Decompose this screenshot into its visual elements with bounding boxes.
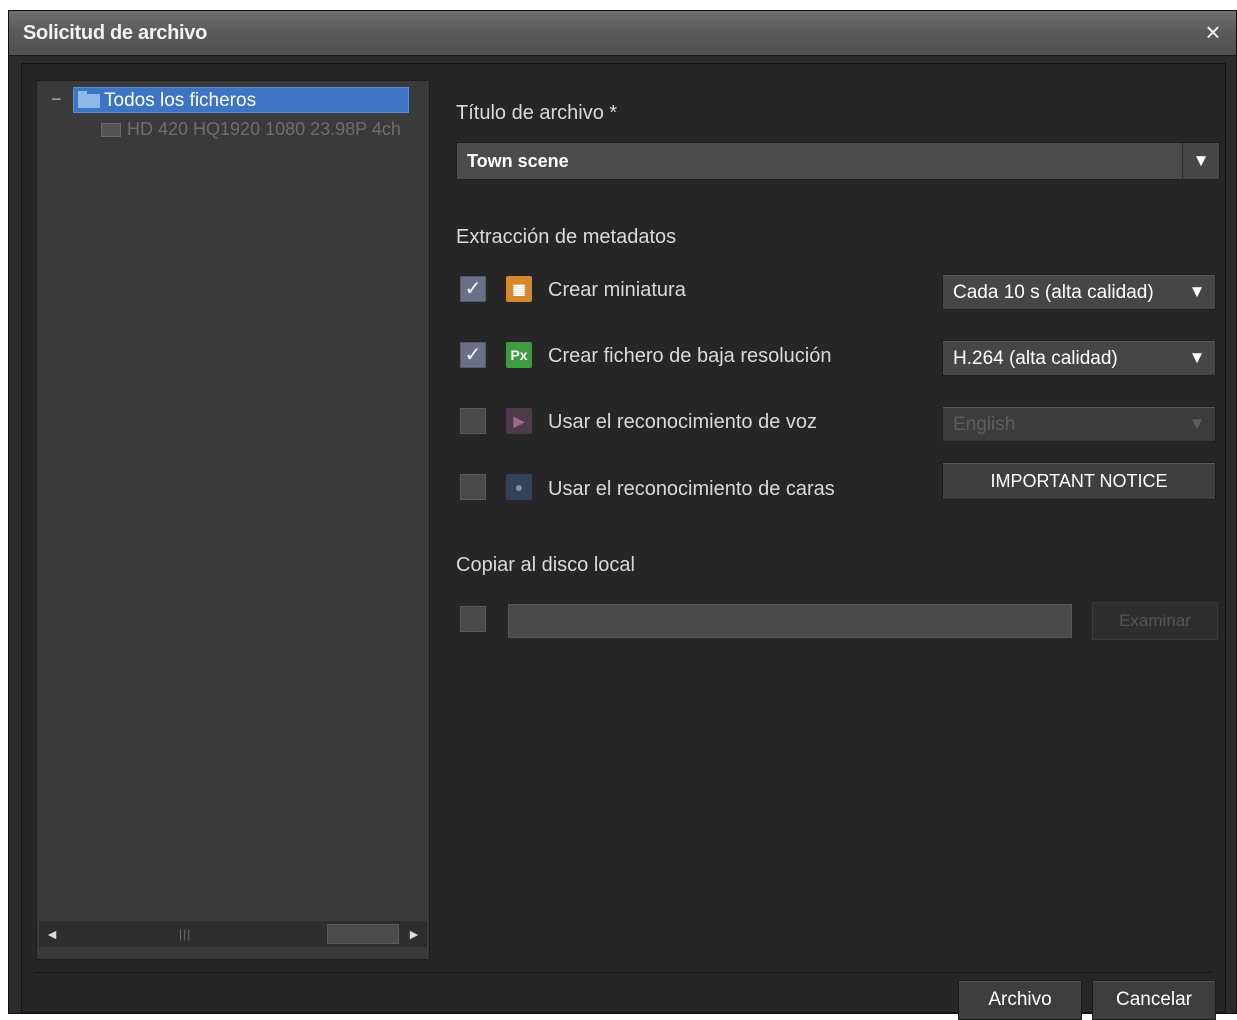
chevron-down-icon: ▼ bbox=[1188, 414, 1206, 433]
face-recognition-label: Usar el reconocimiento de caras bbox=[548, 478, 835, 500]
metadata-section-label: Extracción de metadatos bbox=[456, 226, 677, 248]
local-path-input[interactable] bbox=[508, 604, 1072, 638]
thumbnail-interval-value: Cada 10 s (alta calidad) bbox=[953, 282, 1154, 303]
create-thumbnail-label: Crear miniatura bbox=[548, 279, 686, 301]
important-notice-button[interactable]: IMPORTANT NOTICE bbox=[942, 462, 1216, 500]
scroll-grip-icon: ||| bbox=[179, 927, 192, 941]
cancel-button[interactable]: Cancelar bbox=[1092, 980, 1216, 1020]
face-recognition-checkbox[interactable] bbox=[460, 474, 486, 500]
chevron-down-icon[interactable]: ▼ bbox=[1179, 341, 1215, 375]
tree-node-all-files[interactable]: − Todos los ficheros bbox=[47, 87, 429, 113]
voice-recognition-label: Usar el reconocimiento de voz bbox=[548, 411, 818, 433]
scroll-right-icon[interactable]: ► bbox=[405, 925, 423, 943]
chevron-down-icon[interactable]: ▼ bbox=[1182, 143, 1219, 179]
face-recognition-icon: ● bbox=[506, 474, 532, 500]
proxy-format-value: H.264 (alta calidad) bbox=[953, 348, 1118, 369]
chevron-down-icon[interactable]: ▼ bbox=[1179, 275, 1215, 309]
file-title-label: Título de archivo * bbox=[456, 102, 618, 124]
voice-recognition-icon: ▶ bbox=[506, 408, 532, 434]
dialog-content: − Todos los ficheros HD 420 HQ1920 1080 … bbox=[21, 63, 1226, 1020]
file-title-value[interactable]: Town scene bbox=[467, 151, 569, 172]
footer-divider bbox=[34, 972, 1213, 973]
close-icon[interactable]: × bbox=[1198, 17, 1228, 47]
copy-local-checkbox[interactable] bbox=[460, 606, 486, 632]
collapse-icon[interactable]: − bbox=[51, 89, 62, 109]
tree-node-clip[interactable]: HD 420 HQ1920 1080 23.98P 4ch bbox=[101, 119, 425, 141]
browse-button: Examinar bbox=[1092, 602, 1218, 640]
thumbnail-icon: ▦ bbox=[506, 276, 532, 302]
thumbnail-interval-select[interactable]: Cada 10 s (alta calidad) ▼ bbox=[942, 274, 1216, 310]
dialog-title: Solicitud de archivo bbox=[23, 22, 208, 44]
copy-local-label: Copiar al disco local bbox=[456, 554, 635, 576]
voice-recognition-checkbox[interactable] bbox=[460, 408, 486, 434]
create-proxy-label: Crear fichero de baja resolución bbox=[548, 345, 832, 367]
archive-button[interactable]: Archivo bbox=[958, 980, 1082, 1020]
tree-child-label: HD 420 HQ1920 1080 23.98P 4ch bbox=[127, 119, 401, 139]
proxy-icon: Px bbox=[506, 342, 532, 368]
film-icon bbox=[101, 123, 121, 137]
tree-selection[interactable]: Todos los ficheros bbox=[73, 87, 409, 113]
create-thumbnail-checkbox[interactable]: ✓ bbox=[460, 276, 486, 302]
voice-language-value: English bbox=[953, 414, 1016, 435]
archive-request-dialog: Solicitud de archivo × − Todos los fiche… bbox=[8, 10, 1237, 1020]
file-title-combobox[interactable]: Town scene ▼ bbox=[456, 142, 1220, 180]
folder-icon bbox=[78, 91, 100, 108]
tree-root-label: Todos los ficheros bbox=[104, 90, 257, 111]
voice-language-select: English ▼ bbox=[942, 406, 1216, 442]
horizontal-scrollbar[interactable]: ◄ ||| ► bbox=[39, 921, 427, 947]
file-tree-panel: − Todos los ficheros HD 420 HQ1920 1080 … bbox=[36, 80, 430, 960]
proxy-format-select[interactable]: H.264 (alta calidad) ▼ bbox=[942, 340, 1216, 376]
title-bar: Solicitud de archivo × bbox=[9, 11, 1236, 56]
scroll-left-icon[interactable]: ◄ bbox=[43, 925, 61, 943]
create-proxy-checkbox[interactable]: ✓ bbox=[460, 342, 486, 368]
scroll-thumb[interactable] bbox=[327, 924, 399, 944]
